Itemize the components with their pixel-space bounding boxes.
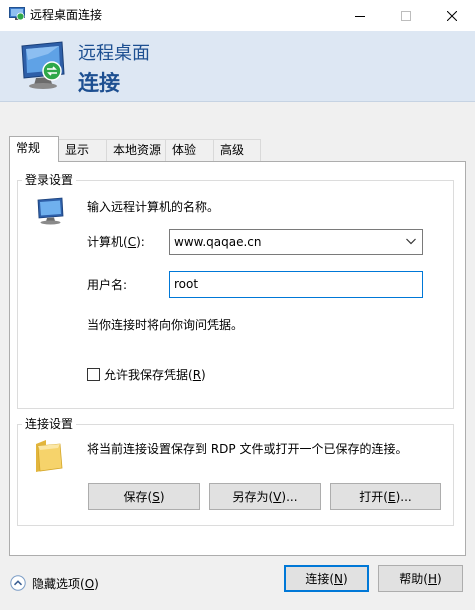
username-input[interactable]: root [169,271,423,298]
connection-settings-group [17,424,454,526]
chevron-down-icon [406,238,416,245]
computer-label: 计算机(C): [87,235,145,249]
minimize-icon [355,15,365,17]
close-button[interactable] [429,0,475,31]
connect-button[interactable]: 连接(N) [284,565,369,592]
save-button[interactable]: 保存(S) [88,483,200,510]
minimize-button[interactable] [337,0,383,31]
maximize-icon [401,10,411,21]
header-banner: 远程桌面 连接 [0,31,475,102]
tab-local-resources[interactable]: 本地资源 [106,139,166,161]
tab-general[interactable]: 常规 [9,136,59,162]
banner-title-line2: 连接 [78,71,120,95]
maximize-button[interactable] [383,0,429,31]
computer-combobox[interactable]: www.qaqae.cn [169,229,423,255]
window-title: 远程桌面连接 [30,8,103,22]
help-button[interactable]: 帮助(H) [378,565,463,592]
connection-settings-label: 连接设置 [22,417,77,431]
connection-description: 将当前连接设置保存到 RDP 文件或打开一个已保存的连接。 [87,442,408,456]
login-instruction: 输入远程计算机的名称。 [87,200,220,214]
credentials-prompt-text: 当你连接时将向你询问凭据。 [87,318,244,332]
folder-icon [36,440,63,472]
remote-desktop-monitor-icon [21,41,65,89]
username-label: 用户名: [87,278,128,292]
title-bar[interactable]: 远程桌面连接 [0,0,475,31]
hide-options-link[interactable]: 隐藏选项(O) [32,577,99,591]
open-button[interactable]: 打开(E)... [330,483,441,510]
banner-title-line1: 远程桌面 [78,43,150,64]
tab-advanced[interactable]: 高级 [213,139,261,161]
tab-display[interactable]: 显示 [58,139,107,161]
save-as-button[interactable]: 另存为(V)... [209,483,321,510]
computer-icon [37,197,64,225]
collapse-options-icon[interactable] [10,575,26,591]
save-credentials-checkbox[interactable] [87,368,100,381]
tab-experience[interactable]: 体验 [165,139,214,161]
close-icon [447,10,457,21]
login-settings-label: 登录设置 [22,173,77,187]
remote-desktop-app-icon [9,7,25,21]
save-credentials-label[interactable]: 允许我保存凭据(R) [104,368,206,382]
computer-value: www.qaqae.cn [174,235,262,249]
username-value: root [174,277,199,291]
